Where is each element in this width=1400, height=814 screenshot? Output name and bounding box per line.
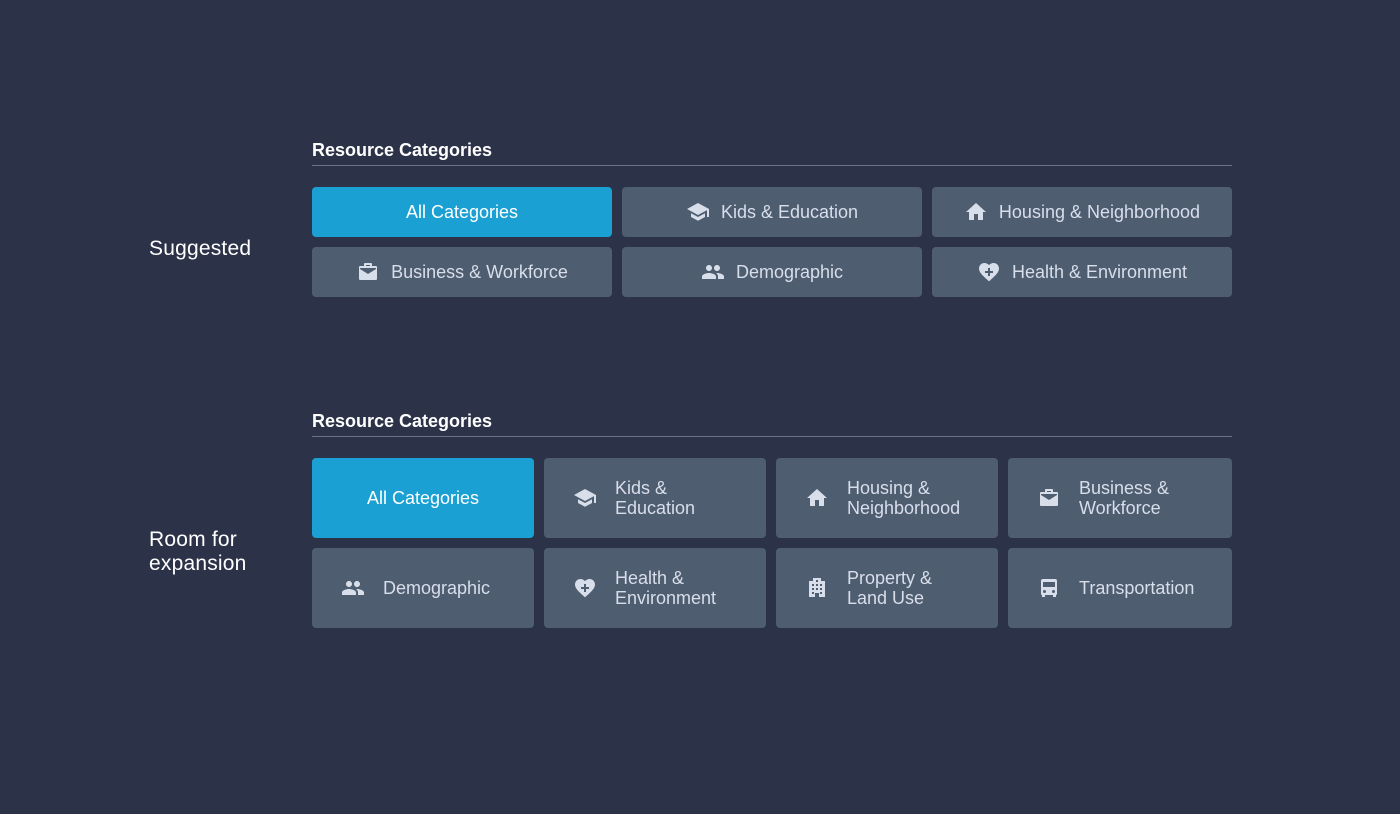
tile-label: All Categories [366,488,480,508]
property-land-use-button[interactable]: Property & Land Use [776,548,998,628]
demographic-button[interactable]: Demographic [622,247,922,297]
house-icon [964,200,988,224]
kids-education-button[interactable]: Kids & Education [544,458,766,538]
tile-label: Business & Workforce [391,261,568,282]
heart-plus-icon [977,260,1001,284]
kids-education-button[interactable]: Kids & Education [622,187,922,237]
tile-label: Business & Workforce [1079,478,1170,518]
tile-label: Health & Environment [1011,261,1188,282]
section-label-suggested: Suggested [149,237,252,260]
business-workforce-button[interactable]: Business & Workforce [312,247,612,297]
tile-label: Housing & Neighborhood [998,201,1201,222]
transportation-button[interactable]: Transportation [1008,548,1232,628]
health-environment-button[interactable]: Health & Environment [544,548,766,628]
house-icon [805,486,829,510]
graduation-cap-icon [573,486,597,510]
people-icon [341,576,365,600]
briefcase-icon [356,260,380,284]
category-grid: All Categories Kids & Education Housing … [312,187,1232,297]
health-environment-button[interactable]: Health & Environment [932,247,1232,297]
housing-neighborhood-button[interactable]: Housing & Neighborhood [776,458,998,538]
panel-title: Resource Categories [312,135,1232,166]
briefcase-icon [1037,486,1061,510]
category-grid: All Categories Kids & Education Housing … [312,458,1232,628]
tile-label: Kids & Education [720,201,859,222]
tile-label: All Categories [405,201,519,222]
tile-label: Transportation [1079,578,1195,598]
all-categories-button[interactable]: All Categories [312,458,534,538]
tile-label: Health & Environment [615,568,717,608]
heart-plus-icon [573,576,597,600]
tile-label: Demographic [383,578,491,598]
tile-label: Demographic [735,261,844,282]
expansion-panel: Resource Categories All Categories Kids … [312,406,1232,628]
tile-label: Kids & Education [615,478,696,518]
tile-label: Housing & Neighborhood [847,478,961,518]
tile-label: Property & Land Use [847,568,933,608]
graduation-cap-icon [686,200,710,224]
demographic-button[interactable]: Demographic [312,548,534,628]
people-icon [701,260,725,284]
buildings-icon [805,576,829,600]
section-label-expansion: Room for expansion [149,528,247,575]
car-icon [1037,576,1061,600]
all-categories-button[interactable]: All Categories [312,187,612,237]
housing-neighborhood-button[interactable]: Housing & Neighborhood [932,187,1232,237]
panel-title: Resource Categories [312,406,1232,437]
business-workforce-button[interactable]: Business & Workforce [1008,458,1232,538]
suggested-panel: Resource Categories All Categories Kids … [312,135,1232,297]
